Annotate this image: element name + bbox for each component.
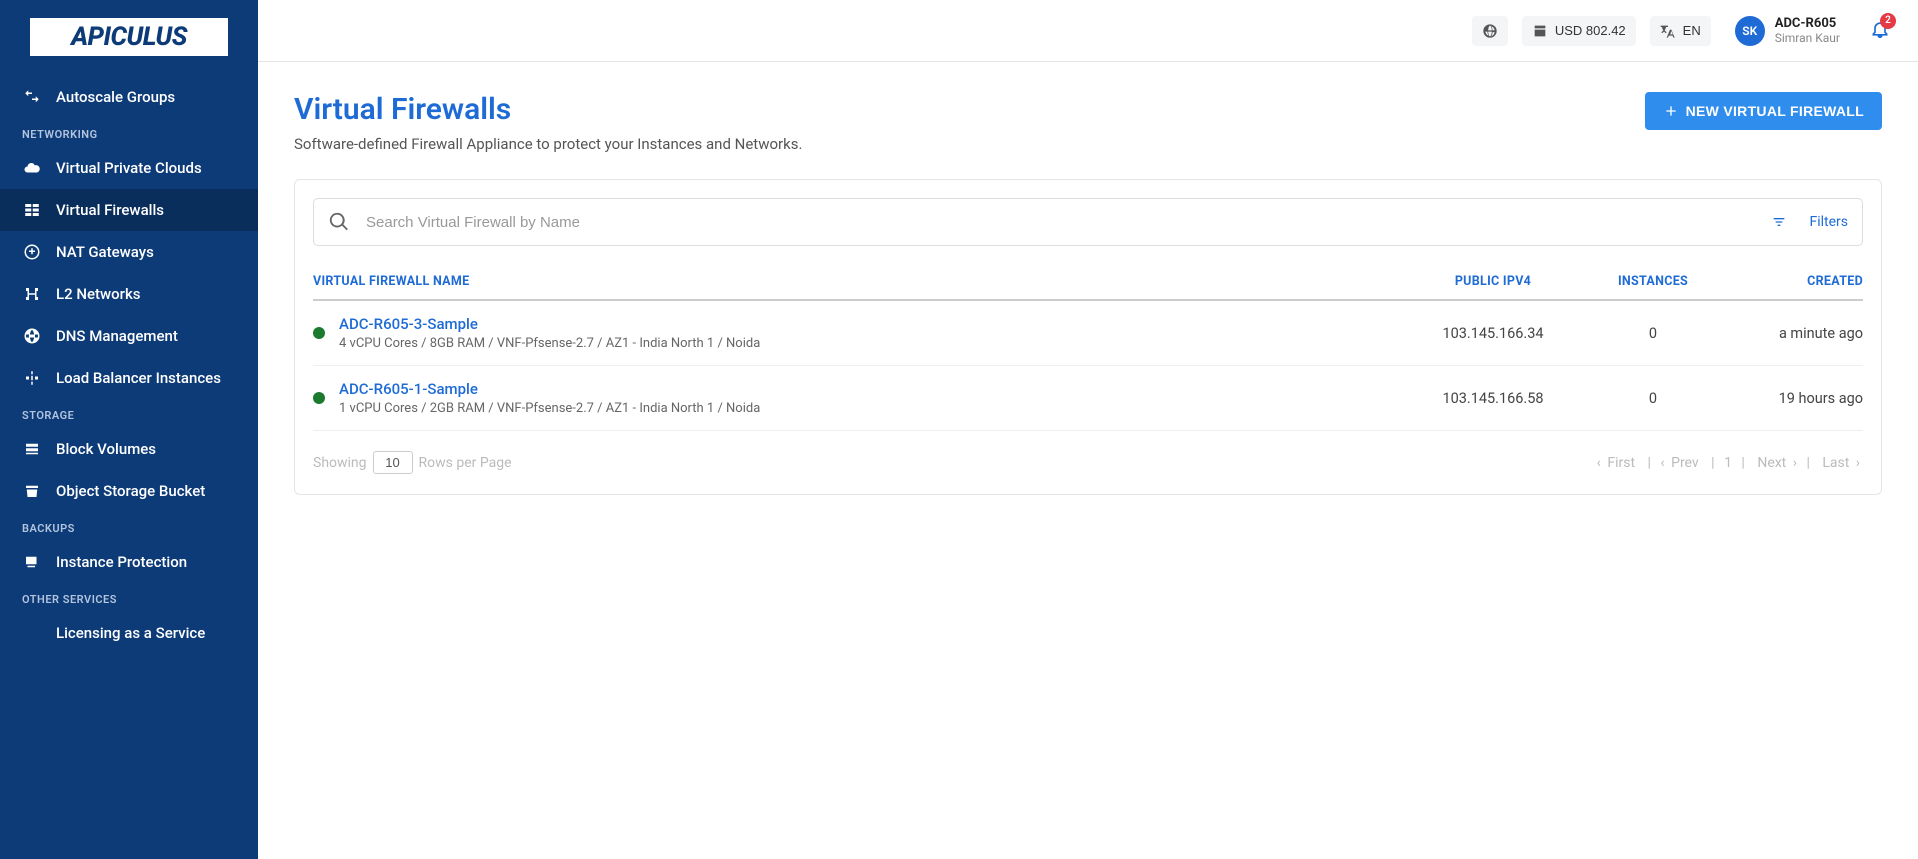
user-code: ADC-R605 [1775,16,1840,31]
sidebar-item-label: DNS Management [56,327,178,345]
sidebar-item-l2-networks[interactable]: L2 Networks [0,273,258,315]
user-menu[interactable]: SK ADC-R605 Simran Kaur [1735,16,1840,46]
list-card: Filters VIRTUAL FIREWALL NAME PUBLIC IPV… [294,179,1882,495]
sidebar: APICULUS Autoscale Groups NETWORKING Vir… [0,0,258,859]
gateway-icon [22,243,42,261]
filter-icon [1771,214,1787,230]
bucket-icon [22,482,42,500]
table-row: ADC-R605-3-Sample 4 vCPU Cores / 8GB RAM… [313,301,1863,366]
cell-created: 19 hours ago [1723,390,1863,407]
sidebar-item-label: Block Volumes [56,440,156,458]
globe-icon [1482,23,1498,39]
firewall-icon [22,201,42,219]
cloud-icon [22,159,42,177]
cell-created: a minute ago [1723,325,1863,342]
sidebar-item-label: Licensing as a Service [56,624,205,642]
sidebar-item-load-balancer[interactable]: Load Balancer Instances [0,357,258,399]
column-created[interactable]: CREATED [1723,274,1863,289]
firewall-name-link[interactable]: ADC-R605-3-Sample [339,315,760,333]
page-next[interactable]: Next › [1754,455,1797,471]
globe-button[interactable] [1472,16,1508,46]
page-title: Virtual Firewalls [294,92,802,127]
section-heading-storage: STORAGE [0,399,258,428]
table-row: ADC-R605-1-Sample 1 vCPU Cores / 2GB RAM… [313,366,1863,431]
autoscale-icon [22,88,42,106]
firewall-spec: 4 vCPU Cores / 8GB RAM / VNF-Pfsense-2.7… [339,336,760,351]
sidebar-item-block-volumes[interactable]: Block Volumes [0,428,258,470]
sidebar-item-label: L2 Networks [56,285,141,303]
wallet-icon [1532,23,1548,39]
page-header: Virtual Firewalls Software-defined Firew… [294,92,1882,153]
sidebar-item-instance-protection[interactable]: Instance Protection [0,541,258,583]
column-instances[interactable]: INSTANCES [1583,274,1723,289]
sidebar-item-label: Load Balancer Instances [56,369,221,387]
network-icon [22,285,42,303]
avatar: SK [1735,16,1765,46]
column-name[interactable]: VIRTUAL FIREWALL NAME [313,274,1403,289]
column-ip[interactable]: PUBLIC IPV4 [1403,274,1583,289]
sidebar-item-virtual-firewalls[interactable]: Virtual Firewalls [0,189,258,231]
page-current: 1 [1724,455,1732,471]
pager-controls: ‹ First | ‹ Prev | 1 | Next › | Last › [1594,455,1863,471]
sidebar-item-label: Autoscale Groups [56,88,175,106]
language-value: EN [1683,23,1701,38]
searchbar: Filters [313,198,1863,246]
sidebar-item-label: Instance Protection [56,553,187,571]
pagination: Showing Rows per Page ‹ First | ‹ Prev |… [313,451,1863,474]
volumes-icon [22,440,42,458]
search-icon [328,211,350,233]
translate-icon [1660,23,1676,39]
sidebar-item-label: Object Storage Bucket [56,482,205,500]
filters-button[interactable]: Filters [1771,214,1848,230]
sidebar-item-nat-gateways[interactable]: NAT Gateways [0,231,258,273]
plus-icon [1663,103,1679,119]
status-indicator [313,327,325,339]
cell-instances: 0 [1583,325,1723,342]
status-indicator [313,392,325,404]
balance-value: USD 802.42 [1555,23,1626,38]
new-button-label: NEW VIRTUAL FIREWALL [1686,103,1864,119]
sidebar-item-label: Virtual Firewalls [56,201,164,219]
cell-ip: 103.145.166.58 [1403,390,1583,407]
content: Virtual Firewalls Software-defined Firew… [258,62,1918,859]
brand-logo[interactable]: APICULUS [30,18,228,56]
sidebar-item-autoscale-groups[interactable]: Autoscale Groups [0,76,258,118]
section-heading-backups: BACKUPS [0,512,258,541]
topbar: USD 802.42 EN SK ADC-R605 Simran Kaur 2 [258,0,1918,62]
page-prev[interactable]: ‹ Prev [1660,455,1701,471]
page-first[interactable]: ‹ First [1597,455,1638,471]
globe-icon [22,327,42,345]
loadbalancer-icon [22,369,42,387]
page-last[interactable]: Last › [1819,455,1860,471]
showing-label: Showing [313,455,367,471]
firewall-table: VIRTUAL FIREWALL NAME PUBLIC IPV4 INSTAN… [313,264,1863,431]
sidebar-item-object-storage[interactable]: Object Storage Bucket [0,470,258,512]
balance-button[interactable]: USD 802.42 [1522,16,1636,46]
rows-per-page-input[interactable] [373,451,413,474]
section-heading-networking: NETWORKING [0,118,258,147]
main-panel: USD 802.42 EN SK ADC-R605 Simran Kaur 2 [258,0,1918,859]
shield-icon [22,553,42,571]
sidebar-item-licensing[interactable]: Licensing as a Service [0,612,258,654]
notification-badge: 2 [1880,13,1896,29]
firewall-name-link[interactable]: ADC-R605-1-Sample [339,380,760,398]
filters-label: Filters [1809,214,1848,230]
user-name: Simran Kaur [1775,31,1840,45]
cell-ip: 103.145.166.34 [1403,325,1583,342]
sidebar-item-label: NAT Gateways [56,243,154,261]
firewall-spec: 1 vCPU Cores / 2GB RAM / VNF-Pfsense-2.7… [339,401,760,416]
sidebar-item-dns-management[interactable]: DNS Management [0,315,258,357]
section-heading-other: OTHER SERVICES [0,583,258,612]
language-button[interactable]: EN [1650,16,1711,46]
sidebar-item-label: Virtual Private Clouds [56,159,202,177]
page-subtitle: Software-defined Firewall Appliance to p… [294,135,802,153]
brand-text: APICULUS [71,22,187,52]
notifications-button[interactable]: 2 [1870,19,1890,43]
rows-label: Rows per Page [419,455,512,471]
sidebar-item-vpc[interactable]: Virtual Private Clouds [0,147,258,189]
cell-instances: 0 [1583,390,1723,407]
table-header: VIRTUAL FIREWALL NAME PUBLIC IPV4 INSTAN… [313,264,1863,301]
search-input[interactable] [366,214,1771,231]
new-virtual-firewall-button[interactable]: NEW VIRTUAL FIREWALL [1645,92,1882,130]
